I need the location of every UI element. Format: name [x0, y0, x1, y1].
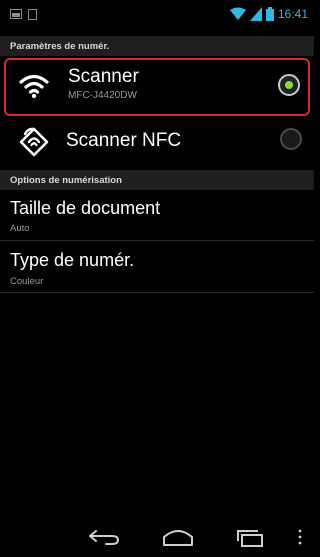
scanner-row[interactable]: Scanner MFC-J4420DW	[4, 58, 310, 116]
wifi-status-icon	[229, 7, 246, 20]
back-icon[interactable]	[84, 525, 124, 549]
home-icon[interactable]	[158, 525, 198, 549]
scan-type-title: Type de numér.	[10, 250, 135, 270]
section-header-scan-options: Options de numérisation	[0, 170, 314, 190]
scan-type-row[interactable]: Type de numér. Couleur	[0, 242, 314, 288]
recents-icon[interactable]	[230, 525, 270, 549]
divider	[0, 292, 314, 293]
status-bar: 16:41	[0, 0, 314, 28]
clock: 16:41	[277, 7, 308, 21]
nfc-icon	[19, 127, 49, 157]
document-notification-icon	[28, 8, 37, 20]
wifi-icon	[19, 74, 49, 99]
scanner-model: MFC-J4420DW	[68, 90, 137, 101]
battery-icon	[265, 7, 274, 21]
section-header-scan-settings: Paramètres de numér.	[0, 36, 314, 56]
document-size-title: Taille de document	[10, 198, 161, 218]
document-size-row[interactable]: Taille de document Auto	[0, 192, 314, 238]
navigation-bar	[0, 517, 314, 557]
overflow-menu-icon[interactable]	[290, 525, 310, 549]
gallery-notification-icon	[10, 9, 22, 19]
signal-icon	[249, 7, 262, 21]
nfc-scanner-title: Scanner NFC	[66, 130, 182, 151]
scan-type-value: Couleur	[10, 276, 44, 287]
divider	[0, 240, 314, 241]
nfc-scanner-radio[interactable]	[280, 128, 302, 150]
nfc-scanner-row[interactable]: Scanner NFC	[0, 118, 314, 164]
document-size-value: Auto	[10, 223, 30, 234]
scanner-title: Scanner	[68, 66, 139, 87]
scanner-radio-selected[interactable]	[278, 74, 300, 96]
